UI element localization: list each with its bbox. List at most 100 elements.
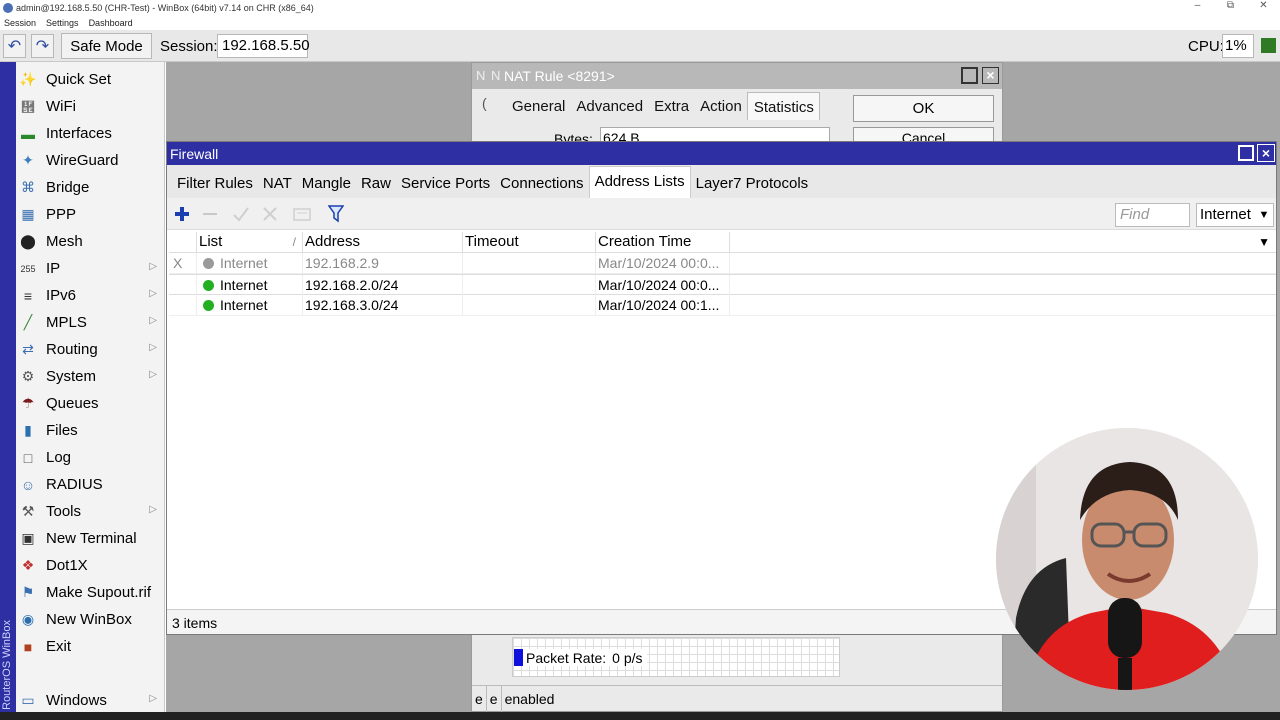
flag-column-header[interactable] (169, 232, 197, 253)
tab-raw[interactable]: Raw (356, 175, 396, 198)
find-input[interactable]: Find (1115, 203, 1190, 227)
nat-maximize-button[interactable] (961, 67, 978, 84)
sidebar-item-bridge[interactable]: ⌘ Bridge (16, 174, 165, 201)
row-flag (169, 275, 197, 296)
mesh-icon: ⬤ (20, 233, 36, 249)
row-list: Internet (197, 253, 303, 274)
firewall-maximize-button[interactable] (1238, 145, 1254, 161)
row-list: Internet (197, 295, 303, 316)
minimize-button[interactable]: – (1181, 0, 1214, 11)
column-header-list[interactable]: List / (197, 232, 303, 253)
bridge-icon: ⌘ (21, 179, 35, 195)
row-timeout (463, 275, 596, 296)
table-row[interactable]: Internet 192.168.2.0/24 Mar/10/2024 00:0..… (169, 274, 1276, 296)
safe-mode-button[interactable]: Safe Mode (61, 33, 152, 59)
radius-icon: ☺ (20, 476, 36, 493)
sidebar-item-ip[interactable]: 255 IP ▷ (16, 255, 165, 282)
close-button[interactable]: ✕ (1247, 0, 1280, 11)
cancel-button[interactable]: Cancel (853, 127, 994, 141)
firewall-close-button[interactable]: × (1257, 144, 1275, 162)
table-row[interactable]: X Internet 192.168.2.9 Mar/10/2024 00:0... (169, 253, 1276, 274)
sidebar-item-mpls[interactable]: ╱ MPLS ▷ (16, 309, 165, 336)
sidebar-item-files[interactable]: ▮ Files (16, 417, 165, 444)
add-button[interactable] (170, 202, 194, 226)
column-header-address[interactable]: Address (303, 232, 463, 253)
sidebar-item-dot1x[interactable]: ❖ Dot1X (16, 552, 165, 579)
sidebar-item-log[interactable]: □ Log (16, 444, 165, 471)
tab-nat[interactable]: NAT (258, 175, 297, 198)
tab-layer7-protocols[interactable]: Layer7 Protocols (691, 175, 814, 198)
sidebar-item-label: Routing (46, 341, 98, 358)
row-creation-time: Mar/10/2024 00:0... (596, 253, 730, 274)
tab-advanced[interactable]: Advanced (570, 92, 648, 120)
app-title: admin@192.168.5.50 (CHR-Test) - WinBox (… (16, 3, 314, 13)
sidebar-item-exit[interactable]: ■ Exit (16, 633, 165, 660)
cpu-status-indicator (1261, 38, 1276, 53)
column-header-creation-time[interactable]: Creation Time (596, 232, 730, 253)
sidebar-item-windows[interactable]: ▭ Windows ▷ (16, 687, 165, 714)
enable-button[interactable] (229, 202, 253, 226)
tab-connections[interactable]: Connections (495, 175, 588, 198)
chevron-down-icon: ▼ (1258, 209, 1270, 221)
sidebar-item-label: Queues (46, 395, 99, 412)
table-row[interactable]: Internet 192.168.3.0/24 Mar/10/2024 00:1..… (169, 295, 1276, 316)
sidebar-item-label: Make Supout.rif (46, 584, 152, 601)
menu-session[interactable]: Session (4, 18, 36, 28)
sidebar-brand-strip: RouterOS WinBox (0, 62, 16, 712)
tab-service-ports[interactable]: Service Ports (396, 175, 495, 198)
tab-mangle[interactable]: Mangle (297, 175, 356, 198)
comment-button[interactable] (290, 202, 314, 226)
column-menu-icon[interactable]: ▼ (1258, 232, 1270, 252)
sort-indicator: / (292, 235, 296, 249)
tab-action[interactable]: Action (694, 92, 747, 120)
tools-icon: ⚒ (21, 503, 35, 519)
sidebar-item-radius[interactable]: ☺ RADIUS (16, 471, 165, 498)
tab-general[interactable]: General (506, 92, 570, 120)
sidebar-item-wifi[interactable]: ὞ WiFi (16, 93, 165, 120)
cpu-value: 1% (1222, 34, 1254, 58)
column-header-filler: ▼ (730, 232, 1276, 253)
bytes-label: Bytes: (554, 131, 593, 141)
sidebar-item-system[interactable]: ⚙ System ▷ (16, 363, 165, 390)
disable-button[interactable] (258, 202, 282, 226)
sidebar-item-queues[interactable]: ☂ Queues (16, 390, 165, 417)
session-label: Session: (160, 38, 218, 55)
sidebar-item-make-supout-rif[interactable]: ⚑ Make Supout.rif (16, 579, 165, 606)
sidebar-item-tools[interactable]: ⚒ Tools ▷ (16, 498, 165, 525)
ok-button[interactable]: OK (853, 95, 994, 122)
sidebar-item-wireguard[interactable]: ✦ WireGuard (16, 147, 165, 174)
sidebar-item-label: Tools (46, 503, 82, 520)
list-filter-select[interactable]: Internet ▼ (1196, 203, 1274, 227)
redo-button[interactable]: ↷ (31, 34, 54, 58)
x-icon (263, 207, 277, 221)
sidebar-item-ppp[interactable]: ▦ PPP (16, 201, 165, 228)
maximize-button[interactable]: ⧉ (1214, 0, 1247, 11)
sidebar-item-label: WiFi (46, 98, 76, 115)
tab-address-lists[interactable]: Address Lists (588, 166, 691, 198)
undo-button[interactable]: ↶ (3, 34, 26, 58)
sidebar-item-new-terminal[interactable]: ▣ New Terminal (16, 525, 165, 552)
tab-statistics[interactable]: Statistics (746, 92, 820, 120)
remove-button[interactable] (198, 202, 222, 226)
sidebar-item-quick-set[interactable]: ✨ Quick Set (16, 66, 165, 93)
tab-filter-rules[interactable]: Filter Rules (172, 175, 258, 198)
log-icon: □ (23, 449, 33, 466)
menu-settings[interactable]: Settings (46, 18, 79, 28)
tab-extra[interactable]: Extra (648, 92, 694, 120)
sidebar-item-label: System (46, 368, 97, 385)
sidebar-item-mesh[interactable]: ⬤ Mesh (16, 228, 165, 255)
row-flag (169, 295, 197, 316)
firewall-titlebar[interactable]: Firewall × (167, 142, 1276, 165)
menu-dashboard[interactable]: Dashboard (89, 18, 133, 28)
nat-close-button[interactable]: × (982, 67, 999, 84)
nat-rule-titlebar[interactable]: N N NAT Rule <8291> × (472, 63, 1002, 89)
sidebar-item-routing[interactable]: ⇄ Routing ▷ (16, 336, 165, 363)
sidebar-item-interfaces[interactable]: ▬ Interfaces (16, 120, 165, 147)
filter-button[interactable] (324, 202, 348, 226)
cpu-label: CPU: (1188, 38, 1224, 55)
sidebar-item-ipv6[interactable]: ≡ IPv6 ▷ (16, 282, 165, 309)
column-header-timeout[interactable]: Timeout (463, 232, 596, 253)
routing-icon: ⇄ (22, 341, 34, 357)
sidebar-item-new-winbox[interactable]: ◉ New WinBox (16, 606, 165, 633)
files-icon: ▮ (24, 422, 32, 438)
